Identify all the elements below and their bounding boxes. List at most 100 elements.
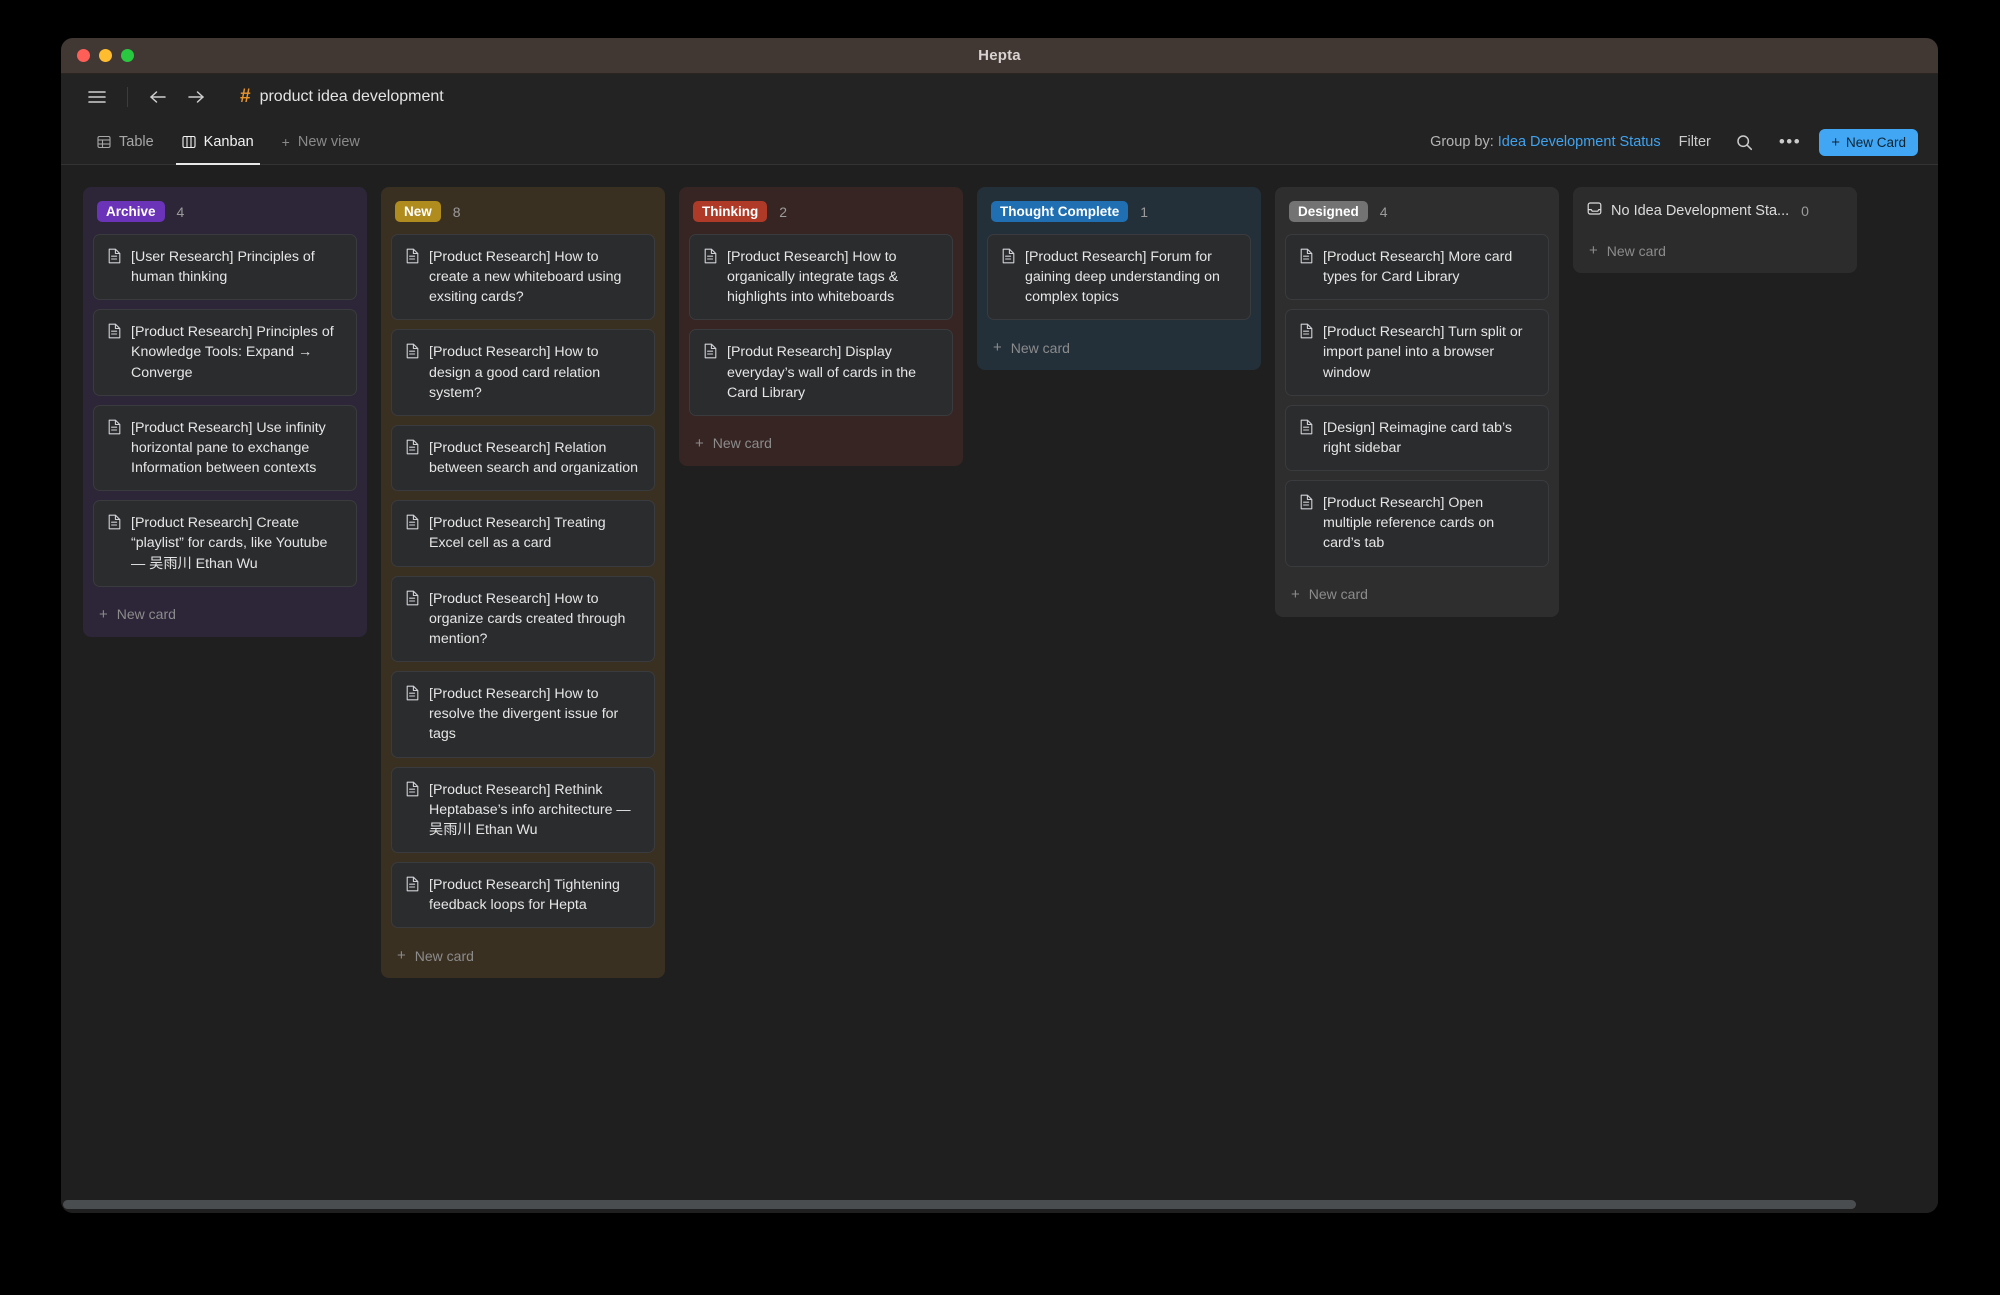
group-by-value: Idea Development Status [1498, 134, 1661, 150]
column-card-count: 8 [453, 204, 461, 220]
document-icon [405, 781, 420, 840]
column-title: No Idea Development Sta... [1611, 203, 1789, 219]
document-icon [405, 590, 420, 649]
card-title: [Product Research] Forum for gaining dee… [1025, 247, 1237, 307]
card-title: [Product Research] How to organize cards… [429, 589, 641, 649]
plus-icon: + [99, 606, 108, 623]
card-title: [Product Research] How to create a new w… [429, 247, 641, 307]
card-title: [Product Research] Tightening feedback l… [429, 875, 641, 915]
new-card-placeholder[interactable]: + New card [391, 937, 655, 978]
new-card-placeholder[interactable]: +New card [987, 329, 1251, 370]
plus-icon: + [282, 134, 290, 150]
kanban-card[interactable]: [Produt Research] Display everyday’s wal… [689, 329, 953, 415]
kanban-card[interactable]: [Product Research] Tightening feedback l… [391, 862, 655, 928]
kanban-card[interactable]: [Product Research] Open multiple referen… [1285, 480, 1549, 566]
group-by-control[interactable]: Group by: Idea Development Status [1430, 134, 1661, 150]
plus-icon: + [1291, 586, 1300, 603]
column-card-count: 4 [1380, 204, 1388, 220]
app-window: Hepta # product idea development Table [61, 38, 1938, 1213]
kanban-card[interactable]: [Product Research] Principles of Knowled… [93, 309, 357, 395]
kanban-card[interactable]: [Product Research] Relation between sear… [391, 425, 655, 491]
tab-table[interactable]: Table [85, 120, 166, 164]
arrow-left-icon[interactable] [142, 82, 174, 112]
new-card-button-label: New Card [1846, 135, 1906, 150]
breadcrumb[interactable]: # product idea development [240, 86, 444, 108]
card-title: [Product Research] How to design a good … [429, 342, 641, 402]
status-badge: Thought Complete [991, 201, 1128, 222]
column-card-count: 0 [1801, 203, 1809, 219]
document-icon [703, 343, 718, 402]
card-title: [Product Research] Relation between sear… [429, 438, 641, 478]
document-icon [405, 248, 420, 307]
new-card-label: New card [415, 948, 474, 964]
kanban-card[interactable]: [Product Research] Rethink Heptabase’s i… [391, 767, 655, 853]
card-title: [Product Research] Turn split or import … [1323, 322, 1535, 382]
new-card-button[interactable]: + New Card [1819, 129, 1918, 156]
tab-kanban-label: Kanban [204, 134, 254, 150]
new-card-placeholder[interactable]: + New card [1583, 232, 1847, 273]
kanban-column: New8 [Product Research] How to create a n… [381, 187, 665, 978]
column-header[interactable]: Designed4 [1285, 197, 1549, 234]
column-header[interactable]: Thinking 2 [689, 197, 953, 234]
kanban-column: Archive 4 [User Research] Principles of hu… [83, 187, 367, 637]
filter-button[interactable]: Filter [1679, 134, 1711, 150]
plus-icon: + [1589, 242, 1598, 259]
plus-icon: + [397, 947, 406, 964]
new-card-placeholder[interactable]: + New card [1285, 576, 1549, 617]
new-view-label: New view [298, 134, 360, 150]
toolbar-actions: Group by: Idea Development Status Filter… [1430, 120, 1918, 164]
kanban-card[interactable]: [Product Research] How to resolve the di… [391, 671, 655, 757]
new-card-placeholder[interactable]: +New card [93, 596, 357, 637]
document-icon [107, 514, 122, 573]
arrow-right-icon[interactable] [180, 82, 212, 112]
kanban-card[interactable]: [Product Research] Turn split or import … [1285, 309, 1549, 395]
document-icon [405, 876, 420, 915]
inbox-icon [1587, 201, 1602, 220]
search-icon[interactable] [1729, 127, 1761, 157]
kanban-card[interactable]: [Product Research] How to organically in… [689, 234, 953, 320]
status-badge: Archive [97, 201, 165, 222]
new-card-label: New card [713, 435, 772, 451]
column-header[interactable]: Archive 4 [93, 197, 357, 234]
kanban-card[interactable]: [Design] Reimagine card tab’s right side… [1285, 405, 1549, 471]
kanban-column: Designed4 [Product Research] More card ty… [1275, 187, 1559, 617]
kanban-card[interactable]: [Product Research] Create “playlist” for… [93, 500, 357, 586]
kanban-card[interactable]: [Product Research] How to design a good … [391, 329, 655, 415]
card-title: [Design] Reimagine card tab’s right side… [1323, 418, 1535, 458]
kanban-card[interactable]: [Product Research] Use infinity horizont… [93, 405, 357, 491]
kanban-icon [182, 135, 196, 149]
document-icon [1299, 494, 1314, 553]
document-icon [405, 514, 420, 553]
new-card-label: New card [1607, 243, 1666, 259]
document-icon [405, 685, 420, 744]
column-card-count: 4 [177, 204, 185, 220]
tab-kanban[interactable]: Kanban [170, 120, 266, 164]
window-title: Hepta [61, 47, 1938, 64]
hamburger-icon[interactable] [81, 82, 113, 112]
kanban-board-scroll-area[interactable]: Archive 4 [User Research] Principles of hu… [61, 165, 1938, 1213]
kanban-column: Thought Complete1 [Product Research] Foru… [977, 187, 1261, 370]
kanban-card[interactable]: [Product Research] More card types for C… [1285, 234, 1549, 300]
document-icon [107, 248, 122, 287]
column-header[interactable]: New8 [391, 197, 655, 234]
kanban-card[interactable]: [User Research] Principles of human thin… [93, 234, 357, 300]
kanban-card[interactable]: [Product Research] Forum for gaining dee… [987, 234, 1251, 320]
column-header[interactable]: Thought Complete1 [987, 197, 1251, 234]
document-icon [1001, 248, 1016, 307]
kanban-card[interactable]: [Product Research] Treating Excel cell a… [391, 500, 655, 566]
new-view-button[interactable]: + New view [270, 120, 372, 164]
status-badge: Thinking [693, 201, 767, 222]
column-card-count: 2 [779, 204, 787, 220]
new-card-label: New card [1309, 586, 1368, 602]
card-title: [Product Research] More card types for C… [1323, 247, 1535, 287]
kanban-card[interactable]: [Product Research] How to organize cards… [391, 576, 655, 662]
horizontal-scrollbar[interactable] [63, 1200, 1856, 1209]
new-card-placeholder[interactable]: +New card [689, 425, 953, 466]
card-title: [Product Research] Open multiple referen… [1323, 493, 1535, 553]
kanban-board: Archive 4 [User Research] Principles of hu… [61, 165, 1938, 978]
plus-icon: + [1831, 134, 1840, 151]
kanban-card[interactable]: [Product Research] How to create a new w… [391, 234, 655, 320]
document-icon [703, 248, 718, 307]
column-header[interactable]: No Idea Development Sta... 0 [1583, 197, 1847, 232]
ellipsis-icon[interactable]: ••• [1779, 132, 1801, 152]
